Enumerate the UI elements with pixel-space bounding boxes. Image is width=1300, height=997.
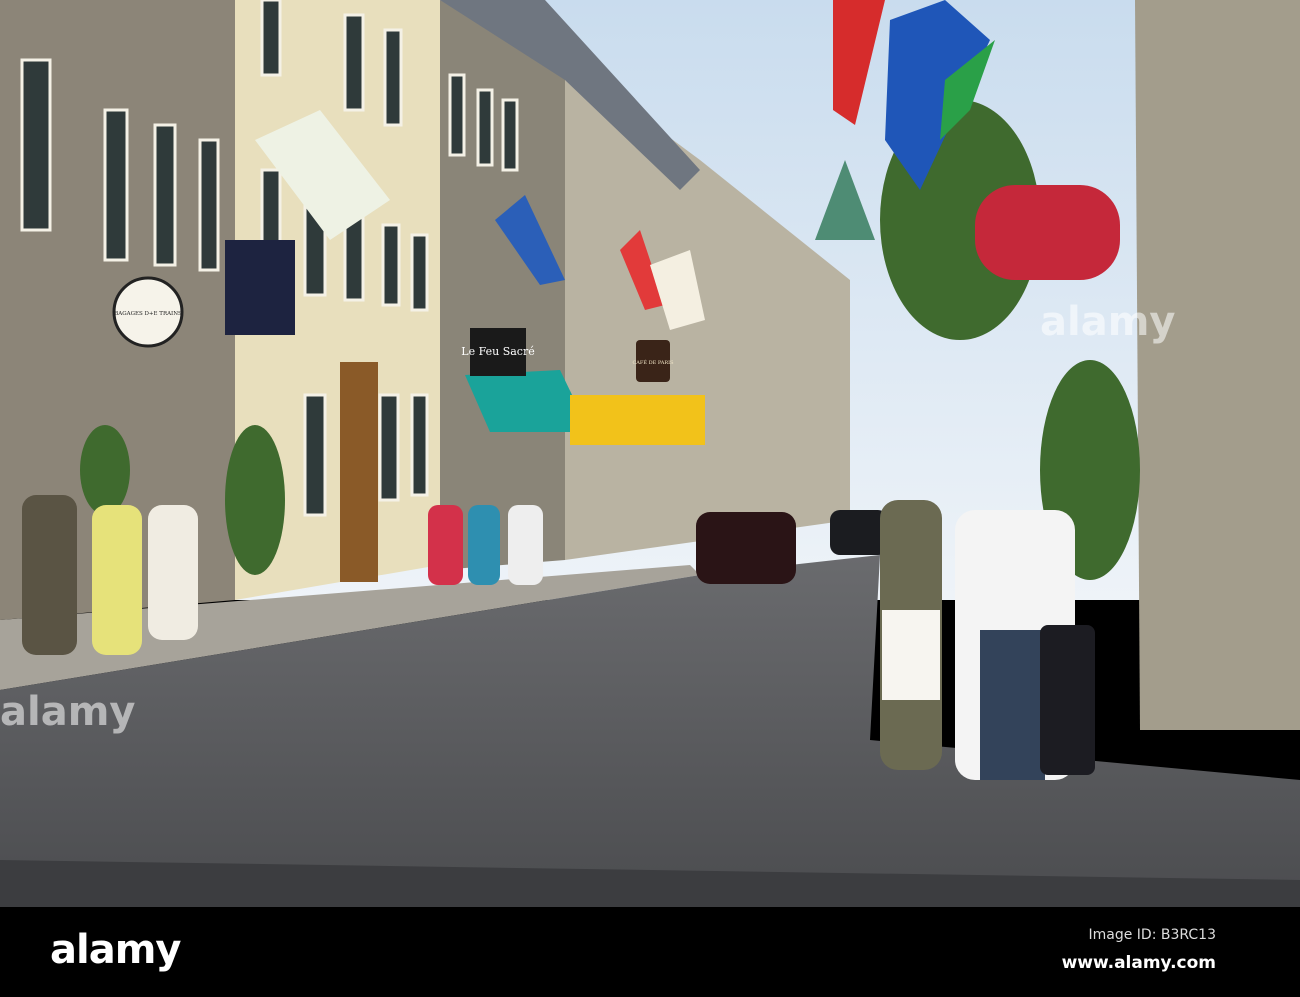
watermark: alamy <box>1040 299 1175 345</box>
cafe-sign-text: CAFÉ DE PARIS <box>632 358 674 366</box>
stone-wall-right <box>1135 0 1300 730</box>
watermark: alamy <box>0 689 135 735</box>
clock-sign-text: BAGAGES D+E TRAINS <box>114 311 182 317</box>
yellow-awning <box>570 395 705 445</box>
alamy-logo: alamy <box>50 927 181 973</box>
car-black <box>830 510 888 555</box>
site-url[interactable]: www.alamy.com <box>1062 953 1216 973</box>
hanging-sign-figure <box>225 240 295 335</box>
wooden-door <box>340 362 378 582</box>
street-photo: Le Feu Sacré CAFÉ DE PARIS BAGAGES D+E T… <box>0 0 1300 907</box>
image-id: Image ID: B3RC13 <box>1088 927 1216 943</box>
sign-text: Le Feu Sacré <box>461 345 534 358</box>
flower-basket <box>975 185 1120 280</box>
car-dark-red <box>696 512 796 584</box>
footer-bar: alamy Image ID: B3RC13 www.alamy.com <box>0 907 1300 997</box>
